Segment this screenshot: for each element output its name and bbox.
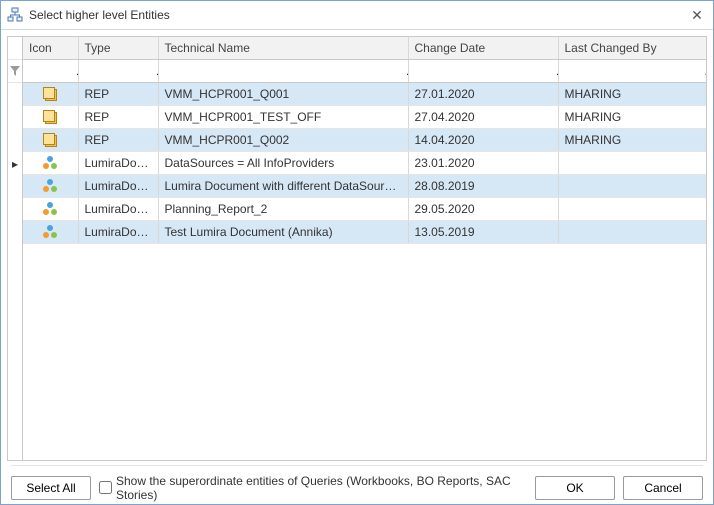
grid-body: REPVMM_HCPR001_Q00127.01.2020MHARINGREPV… xyxy=(23,82,706,243)
cell-type: REP xyxy=(78,82,158,105)
cell-user: MHARING xyxy=(558,82,706,105)
cell-user: MHARING xyxy=(558,105,706,128)
filter-input-user[interactable] xyxy=(565,60,705,82)
row-caret xyxy=(8,175,22,198)
table-row[interactable]: REPVMM_HCPR001_TEST_OFF27.04.2020MHARING xyxy=(23,105,706,128)
ok-button[interactable]: OK xyxy=(535,476,615,500)
header-technical-name[interactable]: Technical Name xyxy=(158,37,408,59)
filter-input-date[interactable] xyxy=(415,60,556,82)
cell-type: LumiraDocum... xyxy=(78,220,158,243)
cell-name: VMM_HCPR001_Q001 xyxy=(158,82,408,105)
table-row[interactable]: LumiraDocum...Test Lumira Document (Anni… xyxy=(23,220,706,243)
grid-empty-area xyxy=(23,244,706,461)
cell-date: 29.05.2020 xyxy=(408,197,558,220)
show-superordinate-checkbox[interactable]: Show the superordinate entities of Queri… xyxy=(99,474,519,502)
row-caret: ▸ xyxy=(8,152,22,175)
cell-name: VMM_HCPR001_Q002 xyxy=(158,128,408,151)
cell-date: 28.08.2019 xyxy=(408,174,558,197)
dialog-window: Select higher level Entities ✕ ▸ Icon Ty… xyxy=(0,0,714,505)
grid: Icon Type Technical Name Change Date Las… xyxy=(22,36,707,461)
filter-input-icon[interactable] xyxy=(29,60,76,82)
cell-type: REP xyxy=(78,105,158,128)
filter-row xyxy=(23,59,706,82)
header-change-date[interactable]: Change Date xyxy=(408,37,558,59)
row-caret xyxy=(8,198,22,221)
row-caret xyxy=(8,221,22,244)
table-row[interactable]: LumiraDocum...DataSources = All InfoProv… xyxy=(23,151,706,174)
cell-type: REP xyxy=(78,128,158,151)
lumira-icon xyxy=(23,174,78,197)
cell-name: DataSources = All InfoProviders xyxy=(158,151,408,174)
table-row[interactable]: REPVMM_HCPR001_Q00127.01.2020MHARING xyxy=(23,82,706,105)
lumira-icon xyxy=(23,197,78,220)
cell-user xyxy=(558,220,706,243)
lumira-icon xyxy=(23,151,78,174)
cell-date: 13.05.2019 xyxy=(408,220,558,243)
action-bar: Select All Show the superordinate entiti… xyxy=(1,461,713,504)
cell-name: VMM_HCPR001_TEST_OFF xyxy=(158,105,408,128)
filter-input-type[interactable] xyxy=(85,60,156,82)
header-last-changed-by[interactable]: Last Changed By xyxy=(558,37,706,59)
header-row: Icon Type Technical Name Change Date Las… xyxy=(23,37,706,59)
cell-date: 27.01.2020 xyxy=(408,82,558,105)
gutter-header-spacer xyxy=(8,37,22,60)
cell-user xyxy=(558,174,706,197)
cell-name: Planning_Report_2 xyxy=(158,197,408,220)
cell-date: 14.04.2020 xyxy=(408,128,558,151)
cube-icon xyxy=(23,105,78,128)
grid-table: Icon Type Technical Name Change Date Las… xyxy=(23,37,706,244)
close-icon[interactable]: ✕ xyxy=(687,7,707,24)
cell-date: 23.01.2020 xyxy=(408,151,558,174)
cell-date: 27.04.2020 xyxy=(408,105,558,128)
show-superordinate-input[interactable] xyxy=(99,481,112,494)
lumira-icon xyxy=(23,220,78,243)
cell-type: LumiraDocum... xyxy=(78,174,158,197)
row-caret xyxy=(8,83,22,106)
client-area: ▸ Icon Type Technical Name Change Date L… xyxy=(1,30,713,461)
cancel-button[interactable]: Cancel xyxy=(623,476,703,500)
hierarchy-icon xyxy=(7,7,23,23)
table-row[interactable]: REPVMM_HCPR001_Q00214.04.2020MHARING xyxy=(23,128,706,151)
cell-user xyxy=(558,197,706,220)
cell-type: LumiraDocum... xyxy=(78,197,158,220)
table-row[interactable]: LumiraDocum...Planning_Report_229.05.202… xyxy=(23,197,706,220)
cell-user xyxy=(558,151,706,174)
header-icon[interactable]: Icon xyxy=(23,37,78,59)
cell-name: Test Lumira Document (Annika) xyxy=(158,220,408,243)
header-type[interactable]: Type xyxy=(78,37,158,59)
row-header-gutter: ▸ xyxy=(7,36,22,461)
dialog-title: Select higher level Entities xyxy=(29,8,687,22)
cube-icon xyxy=(23,128,78,151)
cell-name: Lumira Document with different DataSourc… xyxy=(158,174,408,197)
filter-input-name[interactable] xyxy=(165,60,406,82)
cube-icon xyxy=(23,82,78,105)
filter-icon[interactable] xyxy=(8,60,22,83)
row-caret xyxy=(8,106,22,129)
select-all-button[interactable]: Select All xyxy=(11,476,91,500)
table-row[interactable]: LumiraDocum...Lumira Document with diffe… xyxy=(23,174,706,197)
show-superordinate-label: Show the superordinate entities of Queri… xyxy=(116,474,519,502)
row-caret xyxy=(8,129,22,152)
cell-user: MHARING xyxy=(558,128,706,151)
titlebar: Select higher level Entities ✕ xyxy=(1,1,713,30)
cell-type: LumiraDocum... xyxy=(78,151,158,174)
